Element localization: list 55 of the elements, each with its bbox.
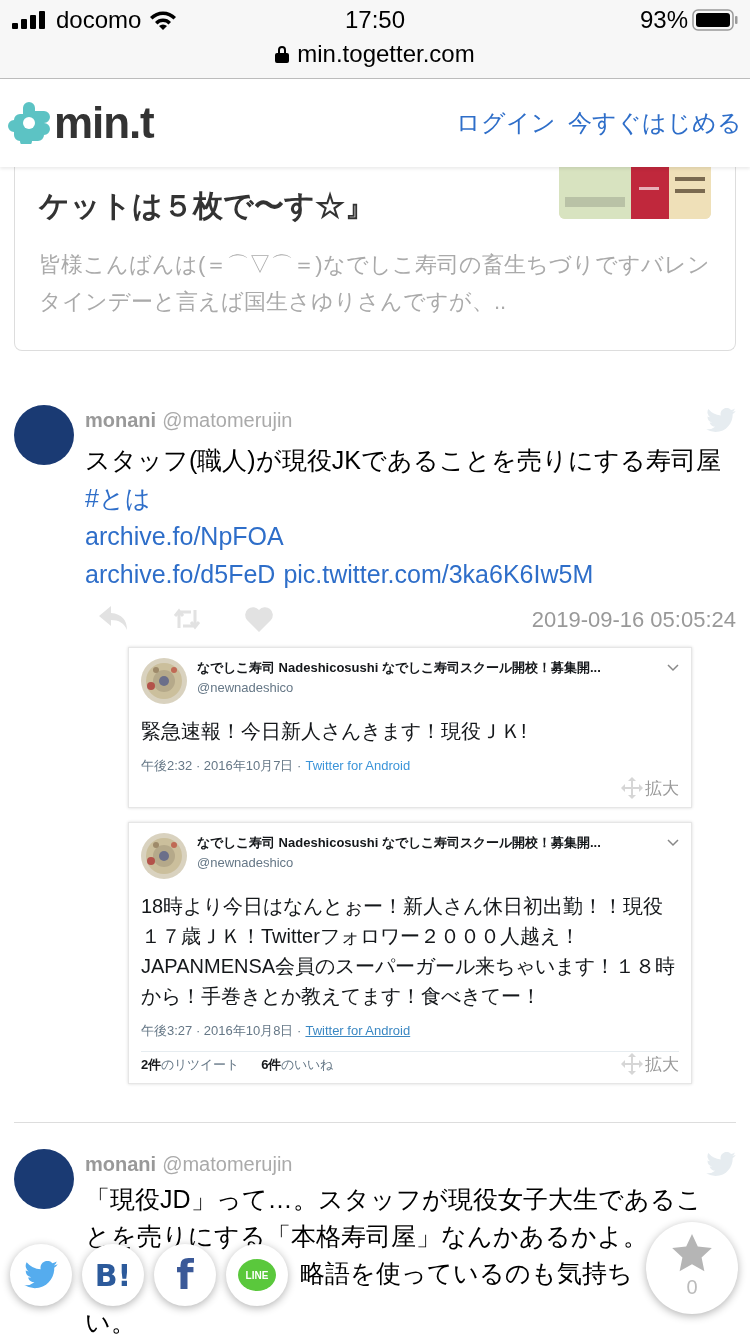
chevron-down-icon <box>667 838 679 847</box>
reply-icon[interactable] <box>99 606 129 632</box>
lock-icon <box>275 45 290 63</box>
header-link[interactable]: 今すぐはじめる <box>568 105 742 141</box>
retweet-icon[interactable] <box>173 608 201 630</box>
account-handle: @newnadeshico <box>197 678 295 697</box>
tweet-text-line: 略語を使っているのも気持ち <box>300 1259 633 1287</box>
header-link[interactable]: ログイン <box>456 105 556 141</box>
hashtag-link[interactable]: #とは <box>85 484 151 512</box>
clock: 17:50 <box>343 5 407 35</box>
tweet-meta: 午後3:27 · 2016年10月8日 · <box>141 1022 302 1040</box>
battery-icon <box>692 9 738 31</box>
logo-text[interactable]: min.t <box>54 90 154 156</box>
bird-icon <box>24 1261 58 1289</box>
source-link[interactable]: Twitter for Android <box>305 1021 411 1041</box>
account-name: なでしこ寿司 Nadeshicosushi なでしこ寿司スクール開校！募集開... <box>197 834 602 852</box>
tweet-stat: 6件のいいね <box>261 1055 334 1074</box>
card-description: 皆様こんばんは(＝⌒▽⌒＝)なでしこ寿司の畜生ちづりですバレンタインデーと言えば国生さゆりさんですが、.. <box>39 251 711 316</box>
user-name: monani <box>85 408 157 433</box>
tweet-link[interactable]: archive.fo/d5FeD <box>85 555 276 593</box>
tweet-text: 18時より今日はなんとぉー！新人さん休日初出勤！！現役１７歳ＪＫ！Twitterフォロワー２０００人越え！JAPANMENSA会員のスーパーガール来ちゃいます！１８時から！手巻きとか教えてます！食べきてー！ <box>141 894 677 1009</box>
share-button[interactable] <box>10 1244 72 1306</box>
avatar <box>14 1149 74 1209</box>
wifi-icon <box>149 10 178 30</box>
avatar <box>14 405 74 465</box>
timestamp: 2019-09-16 05:05:24 <box>531 605 736 634</box>
tweet-text-line: 「現役JD」って…。スタッフが現役女子大生であるこ <box>85 1185 702 1213</box>
tweet-stat: 2件のリツイート <box>141 1055 240 1074</box>
tweet-link[interactable]: archive.fo/NpFOA <box>85 522 284 550</box>
zoom-label: 拡大 <box>645 1053 679 1076</box>
account-handle: @newnadeshico <box>197 853 295 872</box>
zoom-label: 拡大 <box>645 777 679 800</box>
chevron-down-icon <box>667 663 679 672</box>
tweet-text: 緊急速報！今日新人さんきます！現役ＪＫ! <box>141 719 528 744</box>
star-icon <box>672 1234 712 1272</box>
battery-percent: 93% <box>639 5 688 35</box>
card-title: ケットは５枚で〜す☆』 <box>39 188 376 224</box>
carrier: docomo <box>56 5 142 35</box>
tweet-text-line: い。 <box>85 1308 136 1334</box>
move-arrows-icon <box>621 777 643 800</box>
account-name: なでしこ寿司 Nadeshicosushi なでしこ寿司スクール開校！募集開... <box>197 659 602 677</box>
user-name: monani <box>85 1152 157 1177</box>
user-handle: @matomerujin <box>162 1152 293 1177</box>
heart-icon[interactable] <box>245 606 273 632</box>
move-arrows-icon <box>621 1053 643 1076</box>
tweet-meta: 午後2:32 · 2016年10月7日 · <box>141 757 302 775</box>
tweet-link[interactable]: pic.twitter.com/3ka6K6Iw5M <box>283 555 594 593</box>
bird-icon <box>706 1151 736 1177</box>
url[interactable]: min.togetter.com <box>297 36 475 72</box>
source-link[interactable]: Twitter for Android <box>305 756 411 776</box>
signal-icon <box>12 11 48 29</box>
bird-icon <box>706 407 736 433</box>
logo-icon <box>8 102 50 144</box>
related-card[interactable]: ケットは５枚で〜す☆』 皆様こんばんは(＝⌒▽⌒＝)なでしこ寿司の畜生ちづりですバレンタインデーと言えば国生さゆりさんですが、.. <box>14 167 736 351</box>
user-handle: @matomerujin <box>162 408 293 433</box>
